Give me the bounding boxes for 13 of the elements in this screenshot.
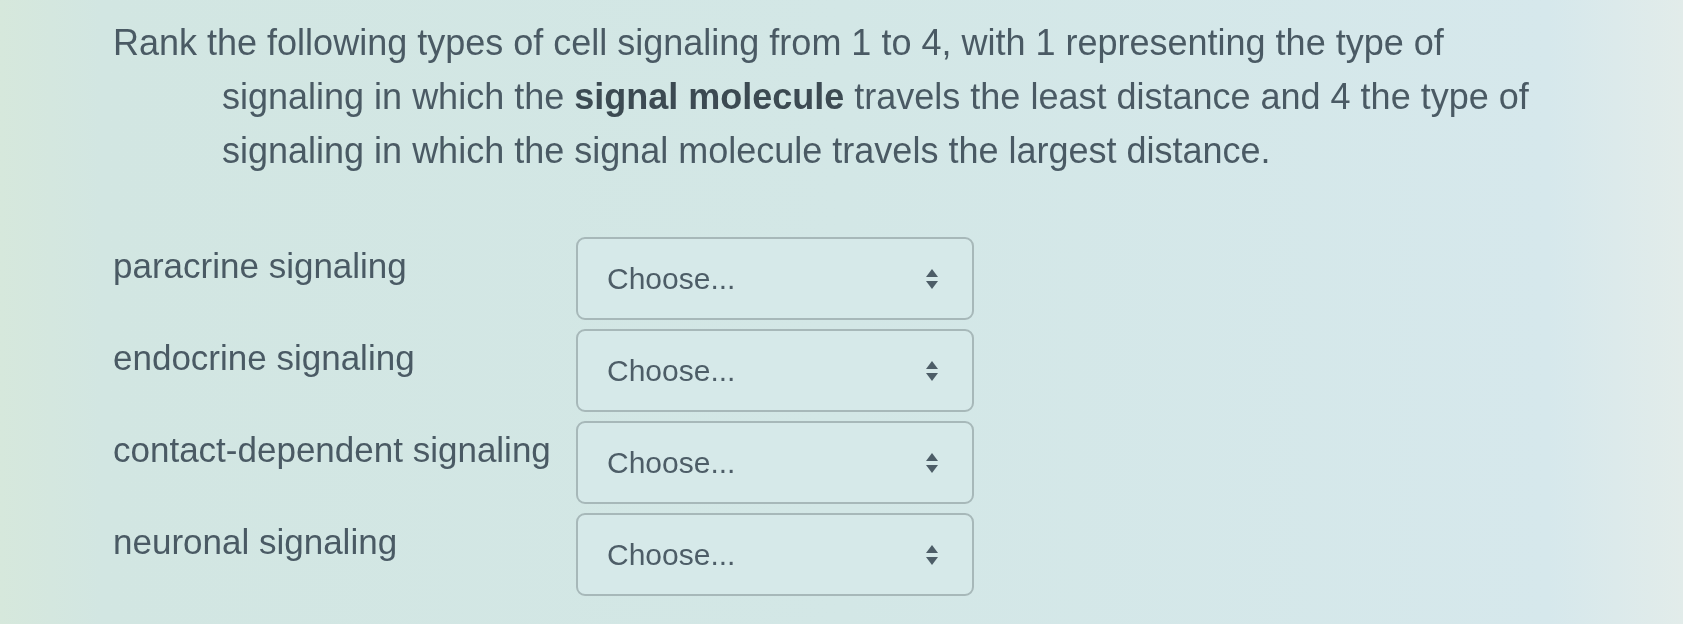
up-down-arrows-icon	[926, 268, 938, 289]
question-text: Rank the following types of cell signaling from 1 to 4, with 1 representing the type of signaling in which the signal molecule travels the least distance and 4 the type of signaling in which the signal molecule travels the largest distance.	[112, 21, 1530, 173]
item-label: paracrine signaling	[113, 245, 407, 286]
item-label: neuronal signaling	[113, 521, 398, 562]
rank-dropdown[interactable]: Choose...	[576, 329, 974, 412]
item-label: contact-dependent signaling	[113, 429, 551, 470]
up-down-arrows-icon	[926, 544, 938, 565]
up-down-arrows-icon	[926, 360, 938, 381]
item-label: endocrine signaling	[113, 337, 415, 378]
rank-dropdown[interactable]: Choose...	[576, 237, 974, 320]
up-down-arrows-icon	[926, 452, 938, 473]
rank-dropdown[interactable]: Choose...	[576, 513, 974, 596]
rank-dropdown[interactable]: Choose...	[576, 421, 974, 504]
